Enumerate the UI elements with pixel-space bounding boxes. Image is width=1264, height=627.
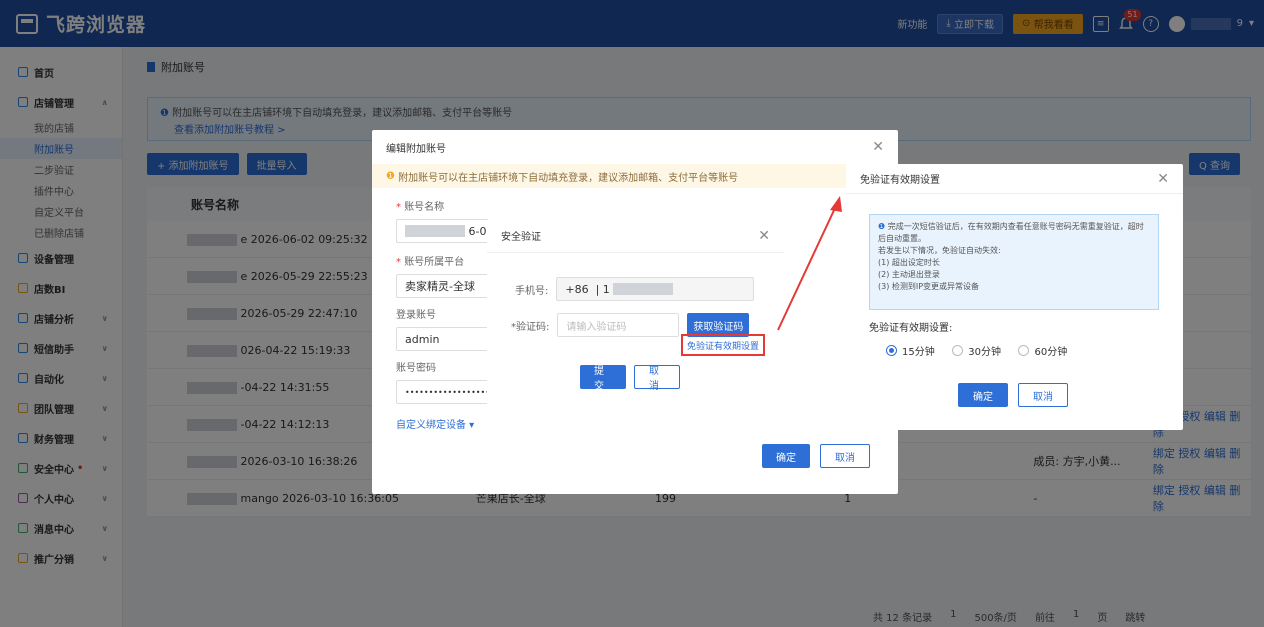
account-name-value: 6-0 [468,224,487,238]
dialog-title: 编辑附加账号 [386,143,446,155]
radio-30min[interactable]: 30分钟 [952,343,1001,358]
verify-code-input[interactable]: 请输入验证码 [557,313,680,337]
phone-input: +86 | 1 [556,277,755,301]
info-line: 若发生以下情况，免验证自动失效: [878,246,1001,255]
radio-15min[interactable]: 15分钟 [886,343,935,358]
exempt-settings-dialog: 免验证有效期设置 ✕ ❶ 完成一次短信验证后，在有效期内查看任意账号密码无需重复验… [846,164,1183,430]
security-verify-dialog: 安全验证 ✕ 手机号: +86 | 1 *验证码: 请输入验证码 获取验证码 免验… [487,219,784,412]
pointer-arrow [777,196,842,331]
edit-cancel-button[interactable]: 取消 [820,444,870,468]
close-icon[interactable]: ✕ [758,228,770,244]
radio-label: 30分钟 [968,347,1001,358]
edit-ok-button[interactable]: 确定 [762,444,810,468]
dialog-title: 安全验证 [501,232,541,243]
warning-bar: ❶ 附加账号可以在主店铺环境下自动填充登录，建议添加邮箱、支付平台等账号 [372,164,898,188]
exempt-info-box: ❶ 完成一次短信验证后，在有效期内查看任意账号密码无需重复验证，超时后自动重置。… [869,214,1159,310]
code-placeholder: 请输入验证码 [566,321,627,333]
warning-text: 附加账号可以在主店铺环境下自动填充登录，建议添加邮箱、支付平台等账号 [398,172,739,184]
info-line: (1) 超出设定时长 [878,258,940,267]
radio-checked-icon [886,345,897,356]
phone-value: 1 [602,282,610,296]
radio-label: 60分钟 [1034,347,1068,358]
submit-button[interactable]: 提交 [580,365,626,392]
info-line: (3) 检测到IP变更或异常设备 [878,282,980,291]
close-icon[interactable]: ✕ [872,139,884,155]
dialog-title: 免验证有效期设置 [860,175,940,186]
platform-label: 账号所属平台 [404,257,465,268]
info-icon: ❶ [878,222,886,231]
info-line: (2) 主动退出登录 [878,270,940,279]
warning-icon: ❶ [386,170,395,182]
custom-device-link[interactable]: 自定义绑定设备 ▾ [396,416,874,431]
radio-60min[interactable]: 60分钟 [1018,343,1067,358]
code-label: *验证码: [511,321,550,333]
radio-label: 15分钟 [902,347,935,358]
radio-unchecked-icon [952,345,964,356]
name-label: 账号名称 [404,202,445,213]
verify-cancel-button[interactable]: 取消 [634,365,680,392]
highlight-box [681,334,765,356]
phone-prefix: +86 [565,282,589,296]
phone-label: 手机号: [515,285,549,297]
close-icon[interactable]: ✕ [1157,171,1169,187]
info-line: 完成一次短信验证后，在有效期内查看任意账号密码无需重复验证，超时后自动重置。 [878,222,1144,243]
radio-unchecked-icon [1018,345,1030,356]
setting-label: 免验证有效期设置: [869,323,953,334]
duration-radio-group: 15分钟 30分钟 60分钟 [886,343,1081,359]
exempt-cancel-button[interactable]: 取消 [1018,383,1068,407]
exempt-ok-button[interactable]: 确定 [958,383,1008,407]
